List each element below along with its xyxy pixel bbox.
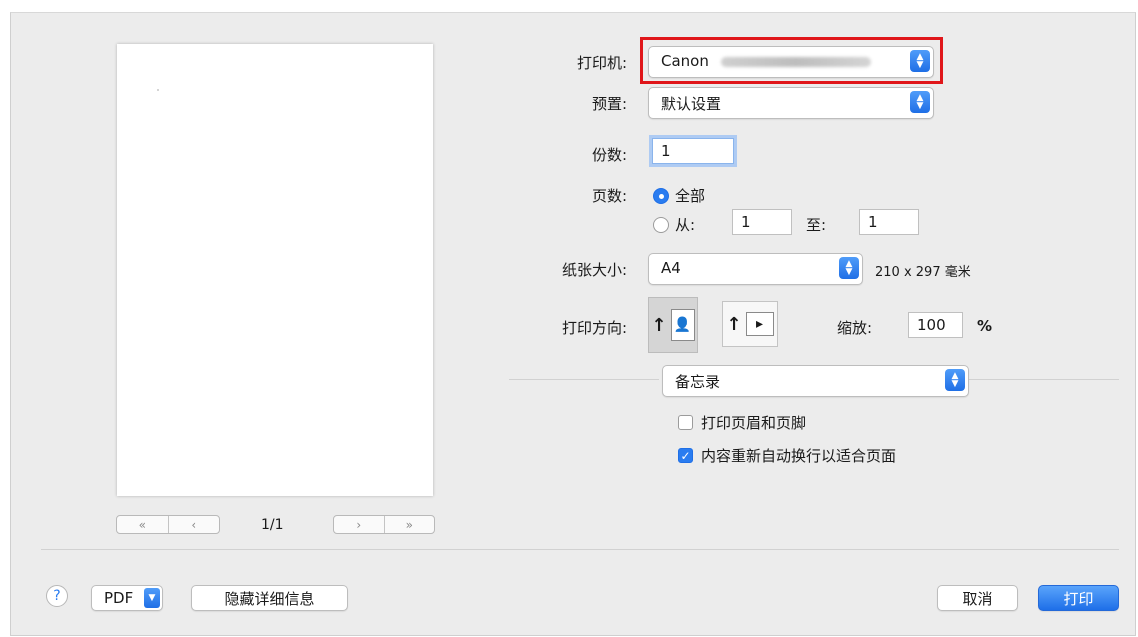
- orientation-landscape-button[interactable]: ↑ ▸: [722, 301, 778, 347]
- presets-value: 默认设置: [661, 95, 722, 113]
- pdf-menu-button[interactable]: PDF ▼: [91, 585, 163, 611]
- paper-size-label: 纸张大小:: [561, 261, 627, 279]
- updown-chevron-icon: ▲ ▼: [910, 91, 930, 113]
- question-icon: ?: [53, 588, 61, 604]
- paper-dimensions: 210 x 297 毫米: [875, 265, 971, 280]
- paper-size-value: A4: [661, 259, 681, 277]
- presets-select[interactable]: 默认设置 ▲ ▼: [648, 87, 934, 119]
- orientation-label: 打印方向:: [561, 319, 627, 337]
- pages-range-radio[interactable]: [653, 217, 669, 233]
- hide-details-button[interactable]: 隐藏详细信息: [191, 585, 348, 611]
- print-button[interactable]: 打印: [1038, 585, 1119, 611]
- chevron-right-icon: ›: [356, 517, 362, 532]
- app-section-select[interactable]: 备忘录 ▲ ▼: [662, 365, 969, 397]
- pages-all-label: 全部: [675, 187, 706, 205]
- orientation-portrait-button[interactable]: ↑ 👤: [648, 297, 698, 353]
- portrait-figure-icon: 👤: [670, 309, 695, 341]
- copies-label: 份数:: [591, 146, 627, 164]
- arrow-up-icon: ↑: [651, 314, 667, 336]
- printer-label: 打印机:: [576, 54, 627, 72]
- preview-nav-forward: › »: [333, 515, 435, 534]
- first-page-button[interactable]: «: [117, 516, 168, 533]
- pdf-label: PDF: [104, 589, 134, 607]
- preview-mark: [157, 89, 159, 91]
- double-chevron-left-icon: «: [138, 517, 146, 532]
- checkmark-icon: ✓: [680, 449, 691, 463]
- pages-label: 页数:: [591, 187, 627, 205]
- updown-chevron-icon: ▲ ▼: [839, 257, 859, 279]
- footer-divider: [41, 549, 1119, 550]
- rewrap-checkbox[interactable]: ✓: [678, 448, 693, 463]
- scale-input[interactable]: 100: [908, 312, 963, 338]
- pages-from-label: 从:: [675, 216, 696, 234]
- presets-label: 预置:: [591, 95, 627, 113]
- copies-input[interactable]: 1: [652, 138, 734, 164]
- header-footer-label: 打印页眉和页脚: [701, 414, 807, 432]
- app-section-value: 备忘录: [675, 373, 721, 391]
- updown-chevron-icon: ▲ ▼: [945, 369, 965, 391]
- next-page-button[interactable]: ›: [334, 516, 384, 533]
- previous-page-button[interactable]: ‹: [167, 516, 220, 533]
- pages-from-input[interactable]: 1: [732, 209, 792, 235]
- pages-all-radio[interactable]: [653, 188, 669, 204]
- chevron-down-icon: ▼: [144, 588, 160, 608]
- pages-to-input[interactable]: 1: [859, 209, 919, 235]
- rewrap-label: 内容重新自动换行以适合页面: [701, 447, 897, 465]
- highlight-box: [640, 37, 943, 84]
- chevron-left-icon: ‹: [191, 517, 197, 532]
- pages-to-label: 至:: [806, 216, 827, 234]
- preview-nav-back: « ‹: [116, 515, 220, 534]
- header-footer-checkbox[interactable]: [678, 415, 693, 430]
- cancel-button[interactable]: 取消: [937, 585, 1018, 611]
- section-divider-right: [969, 379, 1119, 380]
- double-chevron-right-icon: »: [405, 517, 413, 532]
- help-button[interactable]: ?: [46, 585, 68, 607]
- print-dialog: « ‹ 1/1 › » 打印机: Canon ▲ ▼ 预置: 默认设置 ▲ ▼ 份数…: [10, 12, 1136, 636]
- paper-size-select[interactable]: A4 ▲ ▼: [648, 253, 863, 285]
- last-page-button[interactable]: »: [383, 516, 435, 533]
- arrow-up-icon: ↑: [726, 313, 742, 335]
- page-preview: [117, 44, 433, 496]
- landscape-figure-icon: ▸: [745, 312, 774, 336]
- page-indicator: 1/1: [261, 517, 284, 533]
- section-divider-left: [509, 379, 659, 380]
- scale-unit: %: [977, 317, 993, 335]
- scale-label: 缩放:: [837, 319, 873, 337]
